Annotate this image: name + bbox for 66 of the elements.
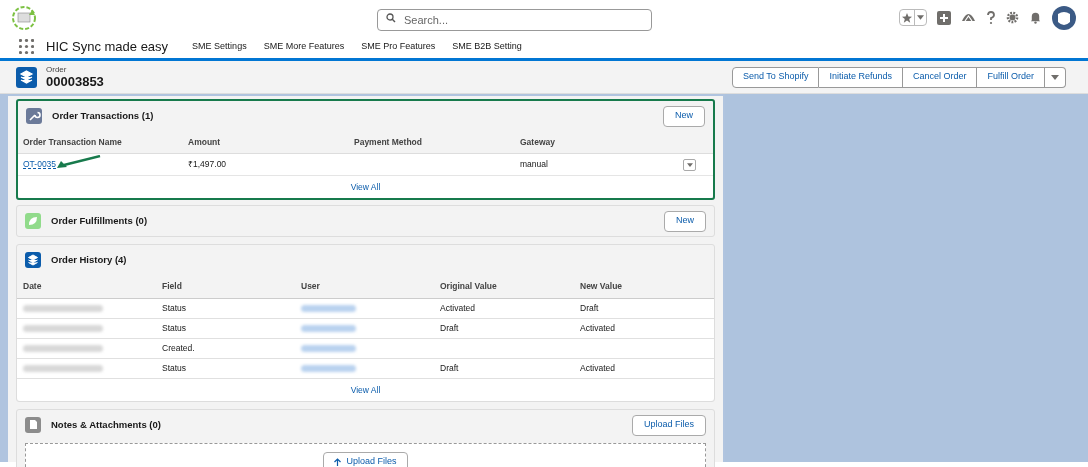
logo-icon — [10, 3, 38, 32]
upload-files-button[interactable]: Upload Files — [631, 414, 706, 436]
card-title: Order Transactions (1) — [52, 108, 154, 123]
action-button[interactable]: Cancel Order — [902, 66, 978, 88]
column-header: New Value — [580, 280, 624, 293]
new-button[interactable]: New — [664, 210, 706, 232]
leaf-icon — [25, 213, 41, 229]
add-icon[interactable] — [937, 10, 951, 25]
app-name: HIC Sync made easy — [46, 37, 169, 56]
column-header: Original Value — [440, 280, 498, 293]
layers-icon — [25, 252, 41, 268]
view-all-link[interactable]: View All — [350, 383, 381, 397]
caret-icon — [686, 162, 693, 167]
record-type: Order — [46, 66, 68, 74]
row-menu-button[interactable] — [683, 158, 696, 171]
table-cell: manual — [520, 158, 548, 171]
table-cell-text: Activated — [440, 302, 476, 315]
favorites-button[interactable] — [899, 9, 927, 26]
caret-icon — [1051, 74, 1059, 80]
settings-icon[interactable] — [1006, 11, 1019, 24]
caret-icon — [917, 15, 924, 20]
bell-icon[interactable] — [1029, 11, 1042, 24]
view-all-link[interactable]: View All — [350, 180, 381, 194]
annotation-arrow — [56, 155, 101, 169]
column-header: Amount — [188, 135, 222, 149]
avatar-icon[interactable] — [1052, 5, 1076, 30]
nav-tab[interactable]: SME More Features — [263, 39, 345, 54]
column-header: Payment Method — [354, 135, 423, 149]
order-icon — [16, 66, 37, 88]
table-cell-text: Created. — [162, 342, 196, 355]
action-button[interactable]: Send To Shopify — [732, 66, 820, 88]
action-button[interactable]: Fulfill Order — [977, 66, 1045, 88]
table-cell-text: Activated — [580, 322, 616, 335]
table-cell: ₹1,497.00 — [188, 158, 227, 171]
star-icon — [900, 11, 914, 24]
column-header: User — [301, 280, 321, 293]
app-launcher-icon[interactable] — [19, 39, 34, 54]
upload-files-button[interactable]: Upload Files — [323, 452, 408, 467]
table-cell-text: Status — [162, 322, 188, 335]
nav-tab[interactable]: SME Settings — [192, 39, 247, 54]
table-cell-text: Status — [162, 302, 188, 315]
nav-tab[interactable]: SME B2B Setting — [452, 39, 522, 54]
new-button[interactable]: New — [663, 105, 705, 127]
nav-tab[interactable]: SME Pro Features — [361, 39, 436, 54]
table-cell-text: Draft — [440, 322, 460, 335]
trailhead-icon[interactable] — [961, 11, 976, 24]
column-header: Field — [162, 280, 183, 293]
more-actions-button[interactable] — [1045, 66, 1066, 88]
table-cell-text: Draft — [580, 302, 600, 315]
column-header: Order Transaction Name — [23, 135, 123, 149]
record-number: 00003853 — [46, 75, 104, 88]
table-cell-text: Draft — [440, 362, 460, 375]
search-field[interactable]: Search... — [377, 9, 652, 31]
table-cell-text: Status — [162, 362, 188, 375]
card-title: Order History (4) — [51, 252, 127, 267]
card-title: Notes & Attachments (0) — [51, 417, 161, 432]
document-icon — [25, 417, 41, 433]
transaction-link[interactable]: OT-0035 — [23, 158, 57, 171]
help-icon[interactable] — [986, 10, 996, 25]
table-cell-text: Activated — [580, 362, 616, 375]
upload-icon — [334, 458, 342, 466]
search-icon — [386, 13, 396, 23]
card-title: Order Fulfillments (0) — [51, 213, 148, 228]
action-button[interactable]: Initiate Refunds — [819, 66, 903, 88]
column-header: Gateway — [520, 135, 556, 149]
column-header: Date — [23, 280, 43, 293]
